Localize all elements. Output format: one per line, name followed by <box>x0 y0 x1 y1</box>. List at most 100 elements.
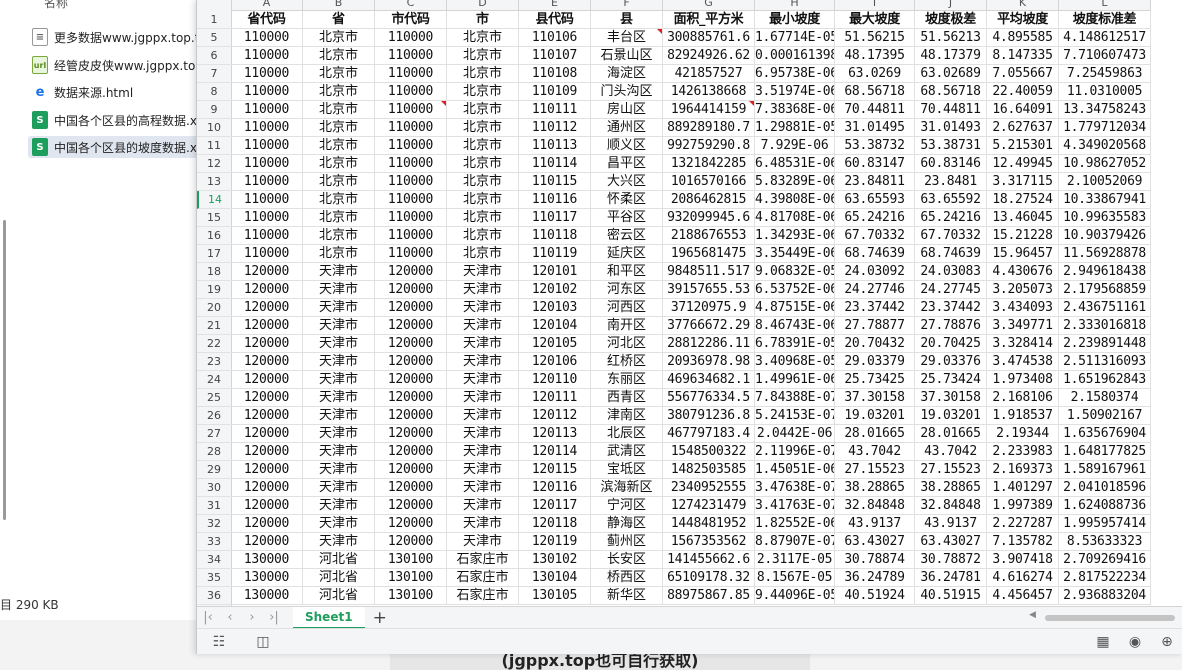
table-cell[interactable]: 天津市 <box>303 353 375 371</box>
table-cell[interactable]: 120000 <box>375 317 447 335</box>
column-header-e[interactable]: E <box>519 0 591 10</box>
table-cell[interactable]: 10.99635583 <box>1059 209 1151 227</box>
table-cell[interactable]: 20936978.98 <box>663 353 755 371</box>
table-cell[interactable]: 110111 <box>519 101 591 119</box>
horizontal-scroll-thumb[interactable] <box>1045 615 1175 621</box>
table-cell[interactable]: 120000 <box>231 335 303 353</box>
table-cell[interactable]: 7.25459863 <box>1059 65 1151 83</box>
table-cell[interactable]: 3.434093 <box>987 299 1059 317</box>
table-cell[interactable]: 110000 <box>231 173 303 191</box>
table-cell[interactable]: 3.41763E-07 <box>755 497 835 515</box>
column-header-a[interactable]: A <box>231 0 303 10</box>
table-cell[interactable]: 天津市 <box>303 389 375 407</box>
table-cell[interactable]: 7.84388E-07 <box>755 389 835 407</box>
table-cell[interactable]: 1965681475 <box>663 245 755 263</box>
table-cell[interactable]: 4.616274 <box>987 569 1059 587</box>
table-cell[interactable]: 10.98627052 <box>1059 155 1151 173</box>
table-cell[interactable]: 24.27745 <box>915 281 987 299</box>
comment-indicator-icon[interactable] <box>657 29 662 34</box>
table-cell[interactable]: 68.56718 <box>835 83 915 101</box>
table-cell[interactable]: 120000 <box>231 281 303 299</box>
header-cell[interactable]: 省代码 <box>231 11 303 29</box>
table-cell[interactable]: 110000 <box>375 101 447 119</box>
table-cell[interactable]: 130000 <box>231 587 303 605</box>
column-header-c[interactable]: C <box>375 0 447 10</box>
table-cell[interactable]: 河东区 <box>591 281 663 299</box>
file-item[interactable]: e 数据来源.html <box>28 81 200 103</box>
table-cell[interactable]: 120000 <box>231 443 303 461</box>
table-cell[interactable]: 120000 <box>231 263 303 281</box>
table-cell[interactable]: 2.949618438 <box>1059 263 1151 281</box>
table-cell[interactable]: 天津市 <box>447 353 519 371</box>
table-cell[interactable]: 6.53752E-06 <box>755 281 835 299</box>
table-cell[interactable]: 密云区 <box>591 227 663 245</box>
table-cell[interactable]: 1.82552E-06 <box>755 515 835 533</box>
table-cell[interactable]: 2.333016818 <box>1059 317 1151 335</box>
table-cell[interactable]: 房山区 <box>591 101 663 119</box>
table-cell[interactable]: 1.648177825 <box>1059 443 1151 461</box>
table-cell[interactable]: 63.0269 <box>835 65 915 83</box>
table-cell[interactable]: 2.817522234 <box>1059 569 1151 587</box>
table-cell[interactable]: 5.24153E-07 <box>755 407 835 425</box>
table-cell[interactable]: 北辰区 <box>591 425 663 443</box>
table-cell[interactable]: 天津市 <box>303 533 375 551</box>
table-cell[interactable]: 9848511.517 <box>663 263 755 281</box>
table-cell[interactable]: 15.96457 <box>987 245 1059 263</box>
table-cell[interactable]: 110000 <box>375 173 447 191</box>
table-cell[interactable]: 桥西区 <box>591 569 663 587</box>
table-cell[interactable]: 120119 <box>519 533 591 551</box>
table-cell[interactable]: 天津市 <box>447 443 519 461</box>
table-cell[interactable]: 6.95738E-06 <box>755 65 835 83</box>
table-cell[interactable]: 1.635676904 <box>1059 425 1151 443</box>
table-cell[interactable]: 120000 <box>375 497 447 515</box>
table-cell[interactable]: 天津市 <box>447 335 519 353</box>
table-cell[interactable]: 120000 <box>375 425 447 443</box>
next-sheet-icon[interactable]: › <box>241 607 263 629</box>
table-cell[interactable]: 27.15523 <box>915 461 987 479</box>
table-cell[interactable]: 120104 <box>519 317 591 335</box>
table-cell[interactable]: 24.03083 <box>915 263 987 281</box>
table-cell[interactable]: 32.84848 <box>835 497 915 515</box>
explorer-scrollbar[interactable] <box>3 220 6 520</box>
table-cell[interactable]: 2.168106 <box>987 389 1059 407</box>
table-cell[interactable]: 2.627637 <box>987 119 1059 137</box>
table-cell[interactable]: 红桥区 <box>591 353 663 371</box>
table-cell[interactable]: 25.73425 <box>835 371 915 389</box>
table-cell[interactable]: 110000 <box>231 83 303 101</box>
table-cell[interactable]: 110107 <box>519 47 591 65</box>
table-cell[interactable]: 通州区 <box>591 119 663 137</box>
row-number[interactable]: 12 <box>197 155 231 173</box>
table-cell[interactable]: 1.973408 <box>987 371 1059 389</box>
table-cell[interactable]: 110000 <box>231 65 303 83</box>
table-cell[interactable]: 2.227287 <box>987 515 1059 533</box>
reading-mode-icon[interactable]: ◉ <box>1127 634 1143 650</box>
table-cell[interactable]: 13.34758243 <box>1059 101 1151 119</box>
table-cell[interactable]: 556776334.5 <box>663 389 755 407</box>
table-cell[interactable]: 天津市 <box>303 479 375 497</box>
table-cell[interactable]: 30.78872 <box>915 551 987 569</box>
table-cell[interactable]: 141455662.6 <box>663 551 755 569</box>
table-cell[interactable]: 石景山区 <box>591 47 663 65</box>
table-cell[interactable]: 2340952555 <box>663 479 755 497</box>
table-cell[interactable]: 18.27524 <box>987 191 1059 209</box>
table-cell[interactable]: 7.38368E-06 <box>755 101 835 119</box>
row-number[interactable]: 28 <box>197 443 231 461</box>
table-cell[interactable]: 天津市 <box>447 497 519 515</box>
table-cell[interactable]: 北京市 <box>447 245 519 263</box>
table-cell[interactable]: 门头沟区 <box>591 83 663 101</box>
file-item[interactable]: S 中国各个区县的高程数据.xlsx <box>28 109 200 131</box>
table-cell[interactable]: 20.70425 <box>915 335 987 353</box>
table-cell[interactable]: 河北省 <box>303 551 375 569</box>
table-cell[interactable]: 天津市 <box>303 263 375 281</box>
table-cell[interactable]: 2.436751161 <box>1059 299 1151 317</box>
table-cell[interactable]: 北京市 <box>447 119 519 137</box>
table-cell[interactable]: 北京市 <box>303 47 375 65</box>
row-number[interactable]: 20 <box>197 299 231 317</box>
row-number[interactable]: 32 <box>197 515 231 533</box>
table-cell[interactable]: 120102 <box>519 281 591 299</box>
table-cell[interactable]: 380791236.8 <box>663 407 755 425</box>
table-cell[interactable]: 63.43027 <box>835 533 915 551</box>
table-cell[interactable]: 河北省 <box>303 569 375 587</box>
row-number[interactable]: 19 <box>197 281 231 299</box>
table-cell[interactable]: 120118 <box>519 515 591 533</box>
